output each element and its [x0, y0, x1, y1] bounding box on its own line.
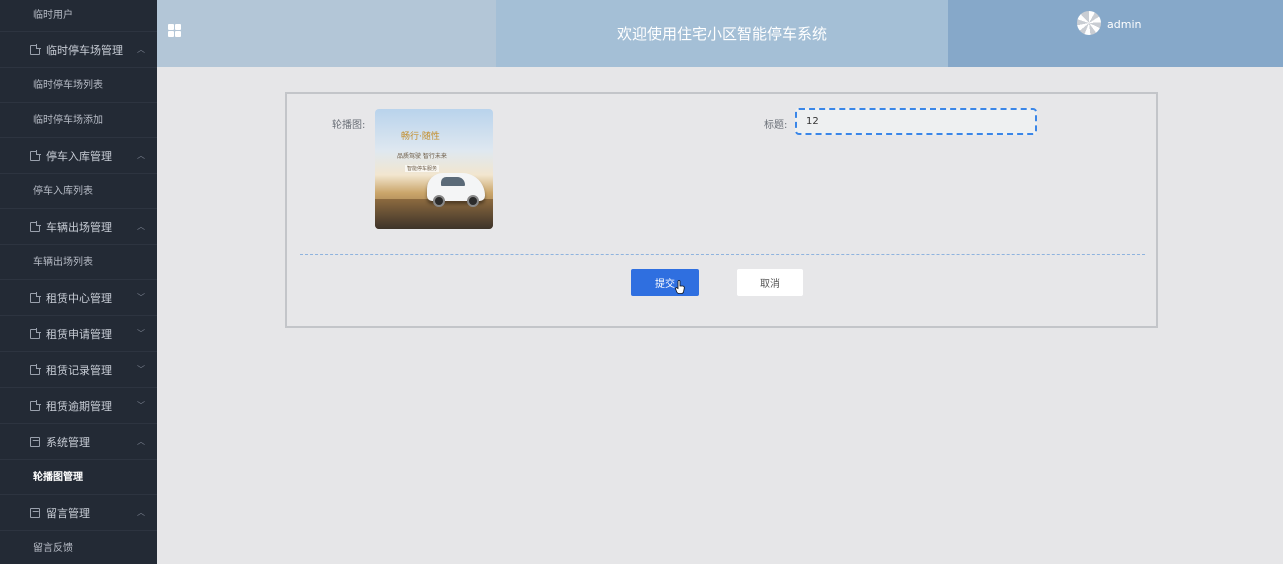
title-input[interactable]: [795, 108, 1037, 135]
sidebar-group-label: 临时停车场管理: [46, 43, 123, 57]
avatar[interactable]: [1077, 11, 1101, 35]
sidebar-group-label: 租赁申请管理: [46, 327, 112, 341]
sidebar-item-temp-parking-list[interactable]: 临时停车场列表: [0, 68, 157, 103]
wheel-graphic: [467, 195, 479, 207]
chevron-down-icon: ﹀: [137, 293, 145, 302]
chevron-up-icon: ︿: [137, 222, 145, 231]
carousel-label: 轮播图:: [332, 120, 366, 131]
carousel-edit-form: 轮播图: 畅行·随性 品质驾驶 智行未来 智能停车服务 标题: 提交 取消: [285, 92, 1158, 328]
title-label: 标题:: [764, 120, 788, 131]
form-divider: [300, 254, 1145, 255]
sidebar-group-label: 租赁逾期管理: [46, 399, 112, 413]
top-header: 欢迎使用住宅小区智能停车系统 admin: [157, 0, 1283, 67]
sidebar-group-temp-parking[interactable]: 临时停车场管理 ︿: [0, 32, 157, 68]
picture-icon: [30, 507, 40, 518]
sidebar-item-parking-in-list[interactable]: 停车入库列表: [0, 174, 157, 209]
carousel-image-thumbnail[interactable]: 畅行·随性 品质驾驶 智行未来 智能停车服务: [375, 109, 493, 229]
document-icon: [30, 363, 41, 375]
sidebar-item-carousel[interactable]: 轮播图管理: [0, 460, 157, 495]
sidebar-item-vehicle-exit-list[interactable]: 车辆出场列表: [0, 245, 157, 280]
sidebar-group-rental-center[interactable]: 租赁中心管理 ﹀: [0, 280, 157, 316]
sidebar-group-rental-record[interactable]: 租赁记录管理 ﹀: [0, 352, 157, 388]
image-text-line1: 品质驾驶 智行未来: [397, 153, 447, 160]
picture-icon: [30, 436, 40, 447]
header-right: admin: [948, 0, 1283, 67]
username[interactable]: admin: [1107, 18, 1141, 31]
sidebar-group-vehicle-exit[interactable]: 车辆出场管理 ︿: [0, 209, 157, 245]
document-icon: [30, 399, 41, 411]
header-title: 欢迎使用住宅小区智能停车系统: [496, 0, 948, 67]
sidebar-group-messages[interactable]: 留言管理 ︿: [0, 495, 157, 531]
sidebar-group-label: 系统管理: [46, 435, 90, 449]
image-headline: 畅行·随性: [401, 132, 440, 142]
sidebar-group-system[interactable]: 系统管理 ︿: [0, 424, 157, 460]
grid-icon[interactable]: [168, 24, 181, 37]
document-icon: [30, 327, 41, 339]
sidebar-group-label: 租赁记录管理: [46, 363, 112, 377]
image-text-line2: 智能停车服务: [405, 165, 440, 172]
header-left: [157, 0, 496, 67]
document-icon: [30, 291, 41, 303]
sidebar-item-feedback[interactable]: 留言反馈: [0, 531, 157, 564]
sidebar: 临时用户 临时停车场管理 ︿ 临时停车场列表 临时停车场添加 停车入库管理 ︿ …: [0, 0, 157, 564]
sidebar-group-label: 停车入库管理: [46, 149, 112, 163]
wheel-graphic: [433, 195, 445, 207]
chevron-up-icon: ︿: [137, 508, 145, 517]
sidebar-item-temp-parking-add[interactable]: 临时停车场添加: [0, 103, 157, 138]
sidebar-group-parking-in[interactable]: 停车入库管理 ︿: [0, 138, 157, 174]
hand-cursor-icon: [675, 280, 685, 294]
chevron-up-icon: ︿: [137, 45, 145, 54]
chevron-up-icon: ︿: [137, 151, 145, 160]
document-icon: [30, 149, 41, 161]
chevron-down-icon: ﹀: [137, 365, 145, 374]
chevron-down-icon: ﹀: [137, 329, 145, 338]
sidebar-group-label: 车辆出场管理: [46, 220, 112, 234]
sidebar-group-rental-overdue[interactable]: 租赁逾期管理 ﹀: [0, 388, 157, 424]
chevron-up-icon: ︿: [137, 437, 145, 446]
sidebar-group-label: 留言管理: [46, 506, 90, 520]
chevron-down-icon: ﹀: [137, 401, 145, 410]
cancel-button[interactable]: 取消: [737, 269, 803, 296]
sidebar-group-rental-apply[interactable]: 租赁申请管理 ﹀: [0, 316, 157, 352]
sidebar-group-label: 租赁中心管理: [46, 291, 112, 305]
document-icon: [30, 220, 41, 232]
sidebar-item-temp-user[interactable]: 临时用户: [0, 0, 157, 32]
submit-button[interactable]: 提交: [631, 269, 699, 296]
document-icon: [30, 43, 41, 55]
